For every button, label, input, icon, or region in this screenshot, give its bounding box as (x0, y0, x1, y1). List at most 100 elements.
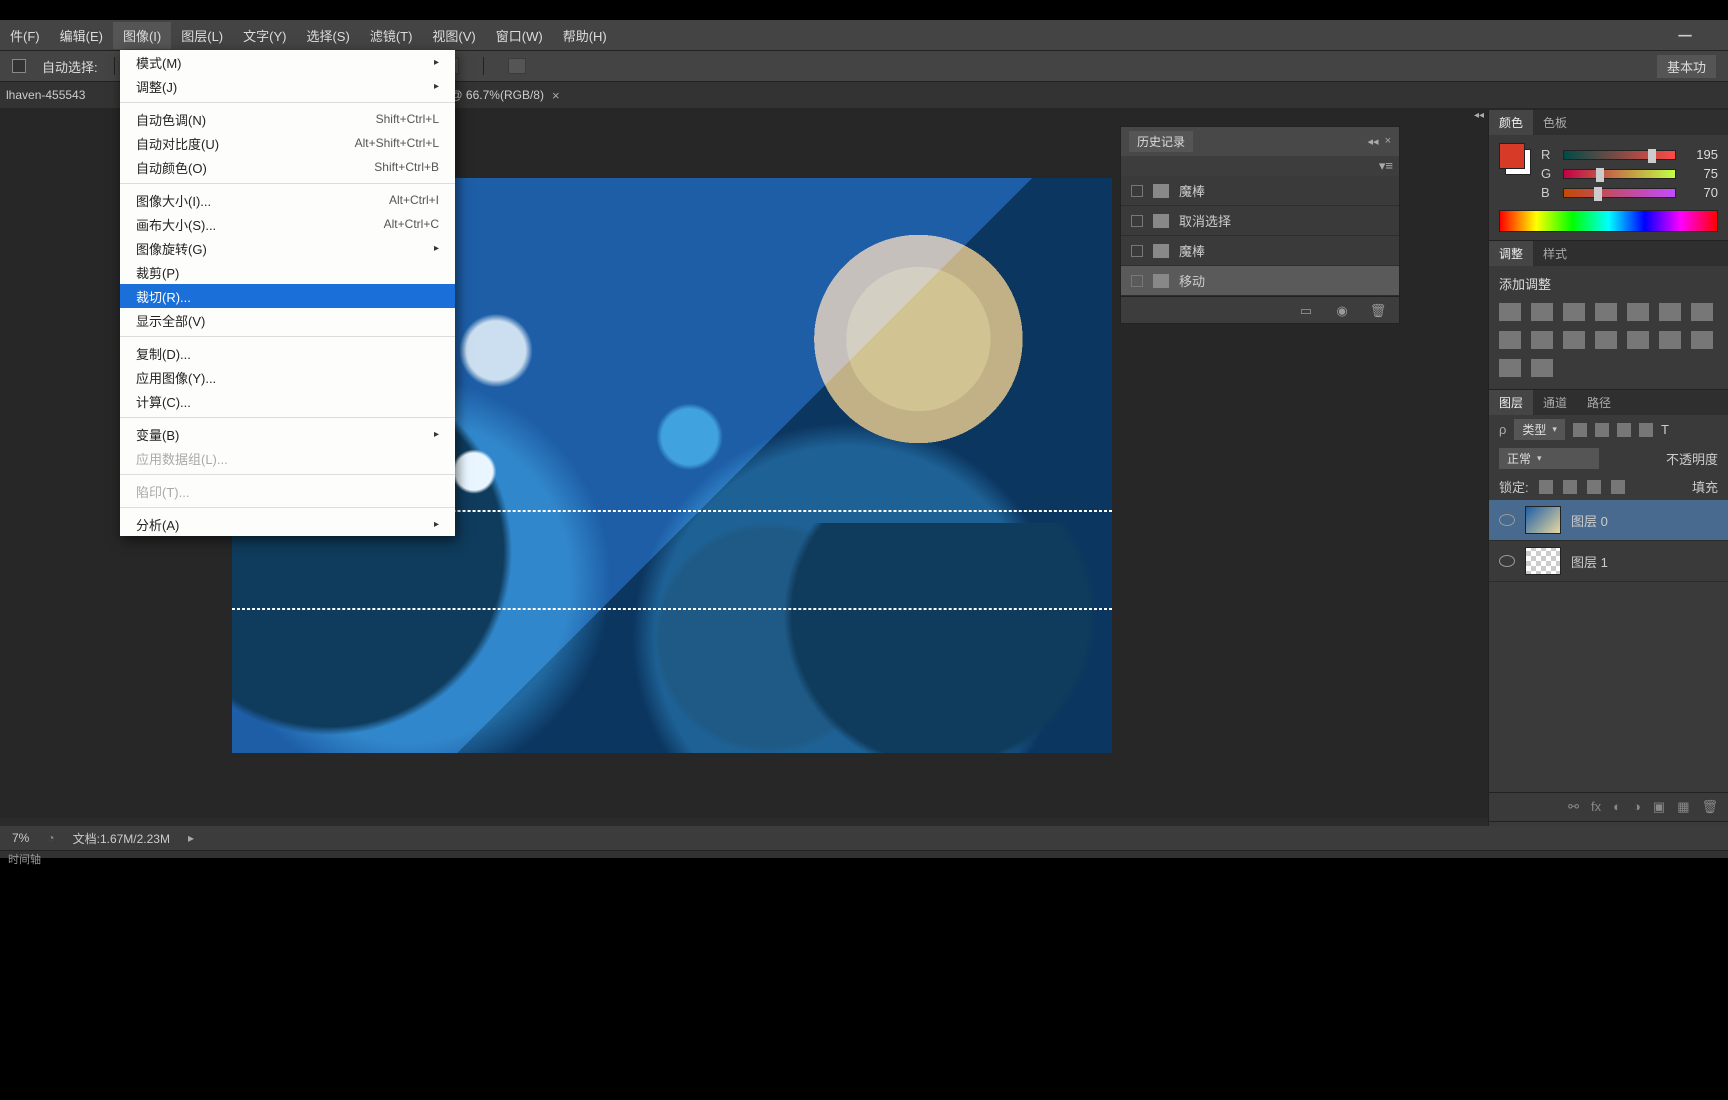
adjustment-preset-icon[interactable] (1499, 331, 1521, 349)
history-tab[interactable]: 历史记录 (1129, 131, 1193, 152)
blend-mode-select[interactable]: 正常 (1499, 448, 1599, 469)
menu-dropdown-item[interactable]: 画布大小(S)...Alt+Ctrl+C (120, 212, 455, 236)
fg-color-swatch[interactable] (1499, 143, 1525, 169)
menu-item[interactable]: 图像(I) (113, 22, 171, 49)
menu-dropdown-item[interactable]: 自动颜色(O)Shift+Ctrl+B (120, 155, 455, 179)
filter-icon[interactable] (1573, 423, 1587, 437)
menu-item[interactable]: 件(F) (0, 22, 50, 49)
visibility-icon[interactable] (1499, 514, 1515, 526)
lock-position-icon[interactable] (1587, 480, 1601, 494)
adjustment-preset-icon[interactable] (1531, 331, 1553, 349)
menu-dropdown-item[interactable]: 自动色调(N)Shift+Ctrl+L (120, 107, 455, 131)
menu-dropdown-item[interactable]: 图像大小(I)...Alt+Ctrl+I (120, 188, 455, 212)
collapse-icon[interactable]: ◂◂ (1368, 135, 1379, 148)
filter-icon[interactable] (1639, 423, 1653, 437)
lock-pixels-icon[interactable] (1539, 480, 1553, 494)
new-layer-icon[interactable]: ▦ (1677, 799, 1689, 815)
group-icon[interactable]: ▣ (1653, 799, 1665, 815)
adjustment-preset-icon[interactable] (1499, 303, 1521, 321)
close-tab-icon[interactable]: × (552, 88, 560, 103)
lock-all-icon[interactable] (1611, 480, 1625, 494)
adjustment-preset-icon[interactable] (1531, 359, 1553, 377)
panel-tab[interactable]: 图层 (1489, 390, 1533, 415)
layer-filter-select[interactable]: 类型 (1514, 419, 1565, 440)
close-panel-icon[interactable]: × (1385, 135, 1391, 148)
trash-icon[interactable]: 🗑 (1701, 799, 1718, 815)
menu-dropdown-item[interactable]: 调整(J) (120, 74, 455, 98)
menu-dropdown-item[interactable]: 变量(B) (120, 422, 455, 446)
visibility-icon[interactable] (1499, 555, 1515, 567)
menu-dropdown-item[interactable]: 裁剪(P) (120, 260, 455, 284)
document-tab-fragment[interactable]: lhaven-455543 (6, 88, 85, 102)
menu-item[interactable]: 选择(S) (296, 22, 359, 49)
layer-row[interactable]: 图层 0 (1489, 500, 1728, 541)
menu-item[interactable]: 编辑(E) (50, 22, 113, 49)
lock-brush-icon[interactable] (1563, 480, 1577, 494)
layer-thumbnail[interactable] (1525, 547, 1561, 575)
color-slider[interactable] (1563, 150, 1676, 160)
history-item[interactable]: 魔棒 (1121, 176, 1399, 206)
status-arrow-icon[interactable]: ▸ (188, 831, 194, 845)
color-slider[interactable] (1563, 188, 1676, 198)
trash-icon[interactable]: 🗑 (1369, 303, 1387, 317)
menu-item[interactable]: 滤镜(T) (360, 22, 423, 49)
adjustment-preset-icon[interactable] (1691, 303, 1713, 321)
menu-dropdown-item[interactable]: 自动对比度(U)Alt+Shift+Ctrl+L (120, 131, 455, 155)
menu-dropdown-item[interactable]: 应用图像(Y)... (120, 365, 455, 389)
adjustment-preset-icon[interactable] (1595, 303, 1617, 321)
adjustment-preset-icon[interactable] (1659, 303, 1681, 321)
panel-menu-icon[interactable]: ▾≡ (1379, 158, 1393, 174)
menu-item[interactable]: 帮助(H) (553, 22, 617, 49)
menu-item[interactable]: 视图(V) (422, 22, 485, 49)
timeline-label[interactable]: 时间轴 (8, 854, 41, 866)
camera-icon[interactable]: ◉ (1333, 303, 1351, 317)
adjustment-preset-icon[interactable] (1627, 331, 1649, 349)
color-slider[interactable] (1563, 169, 1676, 179)
panel-tab[interactable]: 路径 (1577, 390, 1621, 415)
menu-item[interactable]: 窗口(W) (486, 22, 553, 49)
status-icon[interactable]: ◔ (47, 831, 54, 845)
zoom-level[interactable]: 7% (12, 831, 29, 845)
adjustment-preset-icon[interactable] (1691, 331, 1713, 349)
panel-collapse-icon[interactable]: ◂◂ (1474, 110, 1484, 121)
history-item[interactable]: 取消选择 (1121, 206, 1399, 236)
panel-tab[interactable]: 颜色 (1489, 110, 1533, 135)
layer-name[interactable]: 图层 0 (1571, 511, 1608, 530)
minimize-button[interactable]: – (1666, 30, 1704, 50)
menu-dropdown-item[interactable]: 复制(D)... (120, 341, 455, 365)
history-item[interactable]: 魔棒 (1121, 236, 1399, 266)
adjustment-preset-icon[interactable] (1595, 331, 1617, 349)
menu-dropdown-item[interactable]: 计算(C)... (120, 389, 455, 413)
fx-icon[interactable]: fx (1591, 799, 1601, 815)
filter-icon[interactable] (1595, 423, 1609, 437)
panel-tab[interactable]: 通道 (1533, 390, 1577, 415)
menu-dropdown-item[interactable]: 裁切(R)... (120, 284, 455, 308)
adjustment-layer-icon[interactable]: ◑ (1633, 799, 1641, 815)
menu-dropdown-item[interactable]: 图像旋转(G) (120, 236, 455, 260)
workspace-button[interactable]: 基本功 (1657, 55, 1716, 78)
layer-name[interactable]: 图层 1 (1571, 552, 1608, 571)
panel-tab[interactable]: 调整 (1489, 241, 1533, 266)
menu-dropdown-item[interactable]: 显示全部(V) (120, 308, 455, 332)
adjustment-preset-icon[interactable] (1627, 303, 1649, 321)
auto-select-checkbox[interactable] (12, 59, 26, 73)
panel-tab[interactable]: 色板 (1533, 110, 1577, 135)
filter-icon[interactable] (1617, 423, 1631, 437)
adjustment-preset-icon[interactable] (1499, 359, 1521, 377)
menu-dropdown-item[interactable]: 分析(A) (120, 512, 455, 536)
adjustment-preset-icon[interactable] (1659, 331, 1681, 349)
color-spectrum[interactable] (1499, 210, 1718, 232)
history-item[interactable]: 移动 (1121, 266, 1399, 296)
adjustment-preset-icon[interactable] (1563, 331, 1585, 349)
menu-item[interactable]: 文字(Y) (233, 22, 296, 49)
filter-type-icon[interactable]: T (1661, 422, 1669, 437)
mask-icon[interactable]: ◐ (1613, 799, 1621, 815)
menu-item[interactable]: 图层(L) (171, 22, 233, 49)
layer-thumbnail[interactable] (1525, 506, 1561, 534)
link-icon[interactable]: ⚯ (1568, 799, 1579, 815)
new-snapshot-icon[interactable]: ▭ (1297, 303, 1315, 317)
adjustment-preset-icon[interactable] (1563, 303, 1585, 321)
adjustment-preset-icon[interactable] (1531, 303, 1553, 321)
layer-row[interactable]: 图层 1 (1489, 541, 1728, 582)
document-tab-title[interactable]: 1 @ 66.7%(RGB/8) (440, 88, 544, 102)
